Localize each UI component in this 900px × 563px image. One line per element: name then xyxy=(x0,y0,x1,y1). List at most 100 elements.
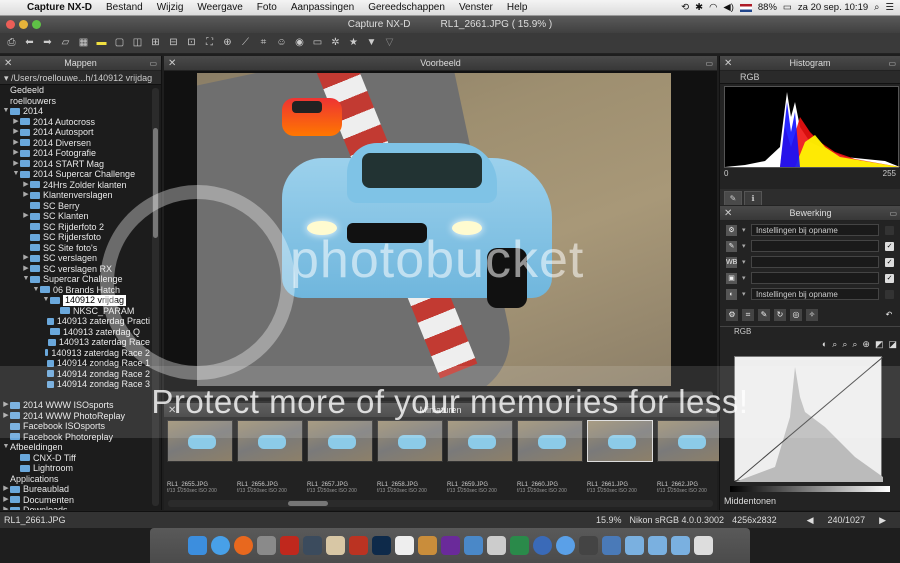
next-image-icon[interactable]: ▶ xyxy=(879,515,886,526)
photo-icon[interactable] xyxy=(325,536,345,555)
disclosure-triangle-icon[interactable]: ▶ xyxy=(22,211,30,222)
messages-icon[interactable] xyxy=(509,536,529,555)
disclosure-triangle-icon[interactable]: ▶ xyxy=(12,138,20,149)
folder-tree-item[interactable]: ▶ 2014 Fotografie xyxy=(0,148,150,159)
menu-gereedschappen[interactable]: Gereedschappen xyxy=(361,2,452,13)
print-icon[interactable]: ⎙ xyxy=(4,36,19,50)
edit-step-checkbox[interactable] xyxy=(885,289,894,299)
disclosure-triangle-icon[interactable]: ▼ xyxy=(22,274,30,285)
lightroom-icon[interactable] xyxy=(302,536,322,555)
red-eye-icon[interactable]: ◉ xyxy=(292,36,307,50)
back-arrow-icon[interactable]: ⬅ xyxy=(22,36,37,50)
edit-step-checkbox[interactable]: ✓ xyxy=(885,273,894,283)
menu-weergave[interactable]: Weergave xyxy=(190,2,249,13)
reset-curve-icon[interactable]: ◪ xyxy=(888,339,897,350)
filmstrip-view-icon[interactable]: ▬ xyxy=(94,36,109,50)
photoshop-icon[interactable] xyxy=(371,536,391,555)
edit-step-icon[interactable]: ◐ xyxy=(726,288,737,300)
disclosure-triangle-icon[interactable]: ▼ xyxy=(2,106,10,117)
disclosure-triangle-icon[interactable]: ▶ xyxy=(22,190,30,201)
disclosure-triangle-icon[interactable]: ▶ xyxy=(22,253,30,264)
downloads-stack-icon[interactable] xyxy=(624,536,644,555)
contacts-icon[interactable] xyxy=(417,536,437,555)
edit-step-checkbox[interactable]: ✓ xyxy=(885,241,894,251)
edit-step-icon[interactable]: ✎ xyxy=(726,240,737,252)
levels-curves-icon[interactable]: ⚙ xyxy=(726,309,738,321)
rotate-icon[interactable]: ↻ xyxy=(774,309,786,321)
folder-dock-icon[interactable] xyxy=(601,536,621,555)
folder-tree-item[interactable]: ▶ 2014 Autocross xyxy=(0,117,150,128)
folder-tree-item[interactable]: ▶ 2014 START Mag xyxy=(0,159,150,170)
menu-foto[interactable]: Foto xyxy=(250,2,284,13)
folder-tree-item[interactable]: ▶ 2014 Diversen xyxy=(0,138,150,149)
filter-clear-icon[interactable]: ▽ xyxy=(382,36,397,50)
disclosure-triangle-icon[interactable]: ▶ xyxy=(12,117,20,128)
disclosure-triangle-icon[interactable]: ▶ xyxy=(22,264,30,275)
single-view-icon[interactable]: ▢ xyxy=(112,36,127,50)
itunes-icon[interactable] xyxy=(532,536,552,555)
disclosure-triangle-icon[interactable]: ▶ xyxy=(12,127,20,138)
contrast-icon[interactable]: ◐ xyxy=(822,339,827,350)
compare-four-icon[interactable]: ⊞ xyxy=(148,36,163,50)
tab-info[interactable]: ℹ xyxy=(744,191,762,205)
star-icon[interactable]: ★ xyxy=(346,36,361,50)
histogram-channel-dropdown[interactable]: RGB xyxy=(720,71,900,84)
menu-app[interactable]: Capture NX-D xyxy=(20,2,99,13)
edit-step-icon[interactable]: ⚙ xyxy=(726,224,737,236)
disclosure-triangle-icon[interactable]: ▶ xyxy=(12,159,20,170)
filezilla-icon[interactable] xyxy=(279,536,299,555)
crop-icon[interactable]: ⌗ xyxy=(256,36,271,50)
zoom-window-button[interactable] xyxy=(32,20,41,29)
folder-tree-item[interactable]: SC Berry xyxy=(0,201,150,212)
disclosure-triangle-icon[interactable]: ▼ xyxy=(12,169,20,180)
fullscreen-icon[interactable]: ⛶ xyxy=(202,36,217,50)
close-window-button[interactable] xyxy=(6,20,15,29)
folder-tree-item[interactable]: ▶ 24Hrs Zolder klanten xyxy=(0,180,150,191)
straighten-icon[interactable]: ⟋ xyxy=(238,36,253,50)
disclosure-triangle-icon[interactable]: ▶ xyxy=(2,484,10,495)
mail-icon[interactable] xyxy=(463,536,483,555)
folder-tree-item[interactable]: ▼ 2014 xyxy=(0,106,150,117)
open-folder-icon[interactable]: ▱ xyxy=(58,36,73,50)
edit-step-icon[interactable]: ▣ xyxy=(726,272,737,284)
settings-icon[interactable]: ✲ xyxy=(328,36,343,50)
undo-icon[interactable]: ↶ xyxy=(883,309,895,321)
menu-help[interactable]: Help xyxy=(500,2,535,13)
input-source-flag-icon[interactable] xyxy=(739,3,752,12)
folder-tree-item[interactable]: Applications xyxy=(0,474,150,485)
edit-step-dropdown[interactable] xyxy=(742,272,879,284)
thumbnail-scrollbar[interactable] xyxy=(168,500,713,507)
edit-step-dropdown[interactable]: Instellingen bij opname xyxy=(742,288,879,300)
timemachine-icon[interactable]: ⟲ xyxy=(681,2,689,13)
finder-icon[interactable] xyxy=(187,536,207,555)
grid-view-icon[interactable]: ▦ xyxy=(76,36,91,50)
edit-step-dropdown[interactable]: Instellingen bij opname xyxy=(742,224,879,236)
compare-view-icon[interactable]: ◫ xyxy=(130,36,145,50)
panel-menu-icon[interactable]: ▭ xyxy=(889,209,897,218)
folder-tree-item[interactable]: Gedeeld xyxy=(0,85,150,96)
battery-percentage[interactable]: 88% xyxy=(758,2,777,13)
edit-step-icon[interactable]: WB xyxy=(726,256,737,268)
disclosure-triangle-icon[interactable]: ▼ xyxy=(32,285,40,296)
lens-icon[interactable]: ◎ xyxy=(790,309,802,321)
volume-icon[interactable]: ◀) xyxy=(723,2,733,13)
thumbnail-scrollbar-thumb[interactable] xyxy=(288,501,328,506)
panel-menu-icon[interactable]: ▭ xyxy=(705,59,713,68)
firefox-icon[interactable] xyxy=(233,536,253,555)
disclosure-triangle-icon[interactable]: ▶ xyxy=(12,148,20,159)
auto-retouch-icon[interactable]: ☺ xyxy=(274,36,289,50)
safari-icon[interactable] xyxy=(210,536,230,555)
auto-levels-icon[interactable]: ◩ xyxy=(875,339,884,350)
preview-app-icon[interactable] xyxy=(486,536,506,555)
utility-icon[interactable] xyxy=(578,536,598,555)
close-panel-icon[interactable]: ✕ xyxy=(724,208,732,219)
close-panel-icon[interactable]: ✕ xyxy=(4,58,12,69)
disclosure-triangle-icon[interactable]: ▶ xyxy=(2,495,10,506)
forward-arrow-icon[interactable]: ➡ xyxy=(40,36,55,50)
edit-step-checkbox[interactable] xyxy=(885,225,894,235)
sharpen-icon[interactable]: ✧ xyxy=(806,309,818,321)
add-point-icon[interactable]: ⊕ xyxy=(862,339,870,350)
calendar-icon[interactable] xyxy=(394,536,414,555)
preferences-icon[interactable] xyxy=(256,536,276,555)
close-panel-icon[interactable]: ✕ xyxy=(168,58,176,69)
